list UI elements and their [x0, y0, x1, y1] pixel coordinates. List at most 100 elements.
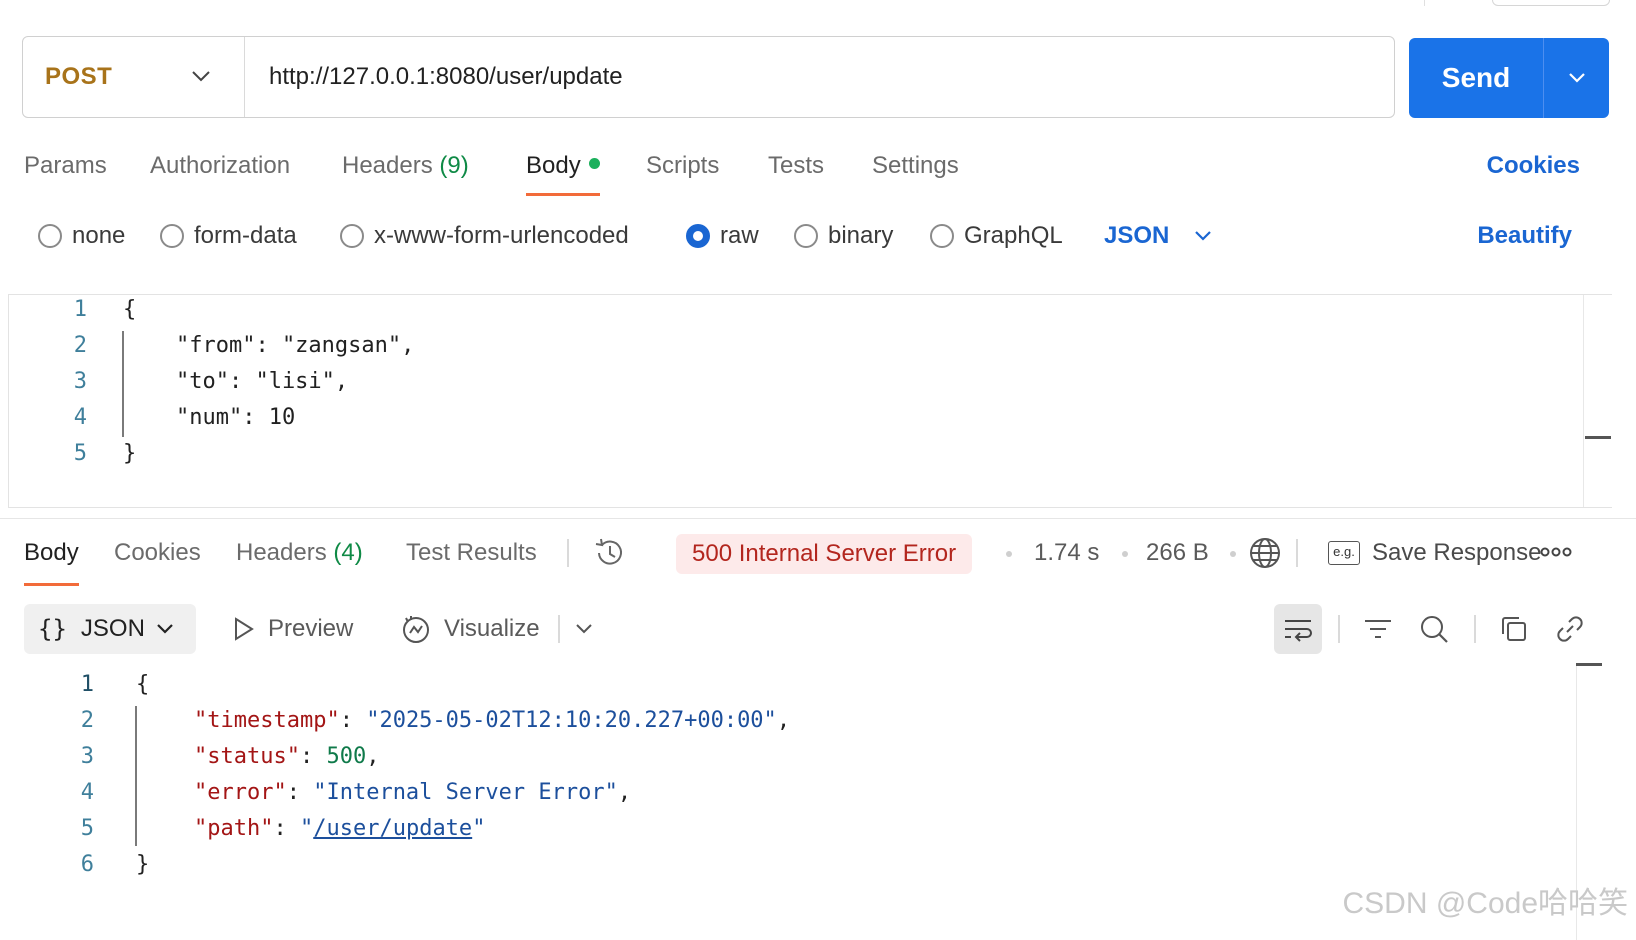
watermark: CSDN @Code哈哈笑 [1342, 887, 1628, 920]
line-number: 1 [80, 672, 94, 697]
line-number: 4 [80, 780, 94, 805]
tab-scripts[interactable]: Scripts [646, 146, 719, 196]
scrollbar-track [1583, 295, 1584, 507]
json-string: "Internal Server Error" [313, 780, 618, 805]
request-body-editor[interactable]: 1 2 3 4 5 { "from": "zangsan", "to": "li… [8, 294, 1612, 508]
path-link[interactable]: /user/update [313, 816, 472, 841]
cookies-link[interactable]: Cookies [1487, 146, 1580, 186]
top-partial-control [1492, 0, 1610, 6]
radio-circle [794, 224, 818, 248]
tab-authorization[interactable]: Authorization [150, 146, 290, 196]
tab-tests[interactable]: Tests [768, 146, 824, 196]
body-format-select[interactable]: JSON [1104, 216, 1213, 256]
play-icon [235, 617, 254, 641]
body-format-label: JSON [1104, 222, 1170, 249]
beautify-button[interactable]: Beautify [1477, 216, 1572, 256]
send-options-chevron-icon[interactable] [1544, 71, 1609, 85]
tab-body[interactable]: Body [526, 146, 600, 196]
history-icon[interactable] [592, 536, 628, 575]
radio-urlencoded[interactable]: x-www-form-urlencoded [340, 216, 629, 256]
headers-count: (9) [439, 152, 469, 179]
visualize-label: Visualize [444, 615, 540, 642]
url-input[interactable]: http://127.0.0.1:8080/user/update [245, 63, 623, 91]
line-number: 2 [80, 708, 94, 733]
response-size[interactable]: 266 B [1146, 530, 1209, 576]
tab-settings[interactable]: Settings [872, 146, 959, 196]
method-label: POST [45, 63, 113, 90]
radio-circle-checked [686, 224, 710, 248]
tab-body-label: Body [526, 152, 581, 179]
body-indicator-dot [588, 158, 600, 169]
radio-raw-label: raw [720, 222, 759, 249]
resp-tab-cookies[interactable]: Cookies [114, 530, 201, 586]
separator-dot [1006, 551, 1012, 557]
code-line: "from": "zangsan", [123, 333, 415, 358]
copy-icon[interactable] [1490, 604, 1538, 654]
response-time[interactable]: 1.74 s [1034, 530, 1099, 576]
chevron-down-icon [1193, 222, 1213, 250]
resp-tab-body-label: Body [24, 539, 79, 566]
resp-tab-headers[interactable]: Headers (4) [236, 530, 363, 586]
radio-graphql[interactable]: GraphQL [930, 216, 1063, 256]
tab-headers[interactable]: Headers (9) [342, 146, 469, 196]
status-badge[interactable]: 500 Internal Server Error [676, 534, 973, 574]
json-number: 500 [326, 744, 367, 769]
tab-authorization-label: Authorization [150, 152, 291, 179]
json-key: "status" [194, 744, 300, 769]
example-icon: e.g. [1328, 541, 1360, 565]
line-number: 5 [73, 441, 87, 466]
resp-tab-body[interactable]: Body [24, 530, 79, 586]
radio-circle [340, 224, 364, 248]
tab-params[interactable]: Params [24, 146, 107, 196]
more-options-icon[interactable] [1540, 542, 1572, 567]
method-select[interactable]: POST [23, 37, 245, 117]
resp-headers-count: (4) [333, 539, 363, 566]
divider [1338, 615, 1340, 643]
body-type-options: none form-data x-www-form-urlencoded raw… [38, 216, 1618, 256]
panel-divider[interactable] [0, 518, 1636, 519]
url-bar: POST http://127.0.0.1:8080/user/update [22, 36, 1395, 118]
divider [1474, 615, 1476, 643]
line-number: 3 [73, 369, 87, 394]
radio-binary[interactable]: binary [794, 216, 893, 256]
json-key: "path" [194, 816, 274, 841]
active-tab-underline [24, 583, 79, 586]
resp-tab-test-results[interactable]: Test Results [406, 530, 537, 586]
line-number: 3 [80, 744, 94, 769]
visualize-options-chevron-icon[interactable] [560, 604, 608, 654]
tab-tests-label: Tests [768, 152, 825, 179]
code-line: "path": "/user/update" [194, 816, 486, 841]
send-label: Send [1441, 62, 1511, 93]
scrollbar-thumb[interactable] [1585, 436, 1611, 439]
tab-headers-label: Headers [342, 152, 433, 179]
scrollbar-thumb[interactable] [1576, 663, 1602, 666]
radio-raw[interactable]: raw [686, 216, 759, 256]
code-line: "num": 10 [123, 405, 296, 430]
chevron-down-icon [191, 69, 211, 88]
response-format-select[interactable]: {} JSON [24, 604, 196, 654]
globe-icon[interactable] [1248, 536, 1282, 575]
code-line: { [123, 297, 137, 322]
json-string: "2025-05-02T12:10:20.227+00:00" [366, 708, 777, 733]
search-icon[interactable] [1410, 604, 1458, 654]
send-button[interactable]: Send [1409, 38, 1609, 118]
code-line: } [123, 441, 137, 466]
filter-icon[interactable] [1354, 604, 1402, 654]
divider [1296, 539, 1298, 567]
visualize-button[interactable]: Visualize [400, 604, 540, 654]
resp-tab-test-results-label: Test Results [406, 539, 537, 566]
radio-none[interactable]: none [38, 216, 125, 256]
radio-circle [38, 224, 62, 248]
request-tabs: Params Authorization Headers (9) Body Sc… [24, 146, 1604, 196]
line-number: 1 [73, 297, 87, 322]
link-icon[interactable] [1546, 604, 1594, 654]
save-response-button[interactable]: e.g. Save Response [1328, 530, 1541, 576]
tab-params-label: Params [24, 152, 107, 179]
tab-settings-label: Settings [872, 152, 959, 179]
preview-button[interactable]: Preview [232, 604, 353, 654]
radio-circle [160, 224, 184, 248]
wrap-lines-icon[interactable] [1274, 604, 1322, 654]
code-line: "to": "lisi", [123, 369, 349, 394]
radio-form-data[interactable]: form-data [160, 216, 297, 256]
radio-form-data-label: form-data [194, 222, 297, 249]
